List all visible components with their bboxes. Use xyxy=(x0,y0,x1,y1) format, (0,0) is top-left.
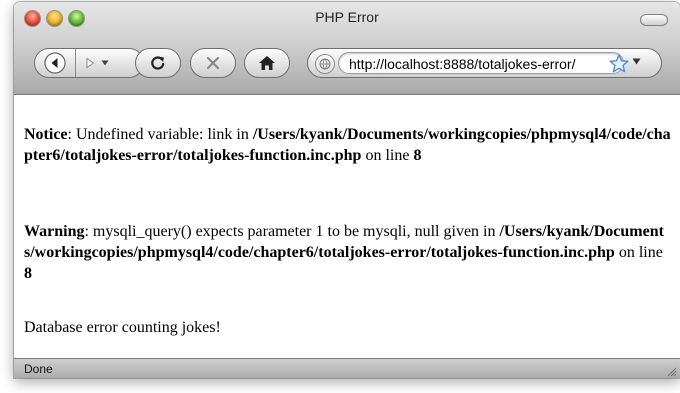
back-forward-group xyxy=(34,48,144,78)
globe-icon xyxy=(319,58,331,70)
database-error-message: Database error counting jokes! xyxy=(24,319,221,336)
reload-icon xyxy=(151,56,165,70)
notice-message: Notice: Undefined variable: link in /Use… xyxy=(24,124,674,166)
url-text: http://localhost:8888/totaljokes-error/ xyxy=(349,56,576,72)
star-icon[interactable] xyxy=(609,54,629,73)
warning-on-line: on line xyxy=(614,244,663,261)
history-dropdown-icon[interactable] xyxy=(101,60,109,66)
page-content: Notice: Undefined variable: link in /Use… xyxy=(14,95,680,358)
notice-on-line: on line xyxy=(361,147,414,164)
toolbar-toggle-button[interactable] xyxy=(640,14,668,26)
site-icon[interactable] xyxy=(315,54,335,74)
notice-text: : Undefined variable: link in xyxy=(67,126,253,143)
status-text: Done xyxy=(24,362,53,376)
home-button[interactable] xyxy=(244,48,290,78)
warning-line-number: 8 xyxy=(24,265,32,282)
warning-label: Warning xyxy=(24,223,85,240)
url-dropdown-icon[interactable] xyxy=(632,58,641,65)
url-input[interactable]: http://localhost:8888/totaljokes-error/ xyxy=(338,52,624,74)
home-icon xyxy=(259,56,275,70)
window-title: PHP Error xyxy=(315,9,379,25)
browser-window: PHP Error http://localhost:8888/totaljok… xyxy=(14,2,680,378)
stop-button[interactable] xyxy=(190,48,236,78)
warning-message: Warning: mysqli_query() expects paramete… xyxy=(24,221,674,284)
back-button[interactable] xyxy=(35,49,76,77)
back-arrow-icon xyxy=(44,52,66,74)
resize-grip-icon[interactable] xyxy=(665,365,677,377)
stop-icon xyxy=(206,56,220,70)
window-toolbar: PHP Error http://localhost:8888/totaljok… xyxy=(14,2,680,95)
warning-text: : mysqli_query() expects parameter 1 to … xyxy=(84,223,500,240)
status-bar: Done xyxy=(14,358,680,378)
forward-button[interactable] xyxy=(76,49,116,77)
forward-arrow-icon xyxy=(86,57,95,69)
address-bar: http://localhost:8888/totaljokes-error/ xyxy=(307,48,662,78)
notice-line-number: 8 xyxy=(413,147,422,164)
notice-label: Notice xyxy=(24,126,68,143)
reload-button[interactable] xyxy=(135,48,181,78)
